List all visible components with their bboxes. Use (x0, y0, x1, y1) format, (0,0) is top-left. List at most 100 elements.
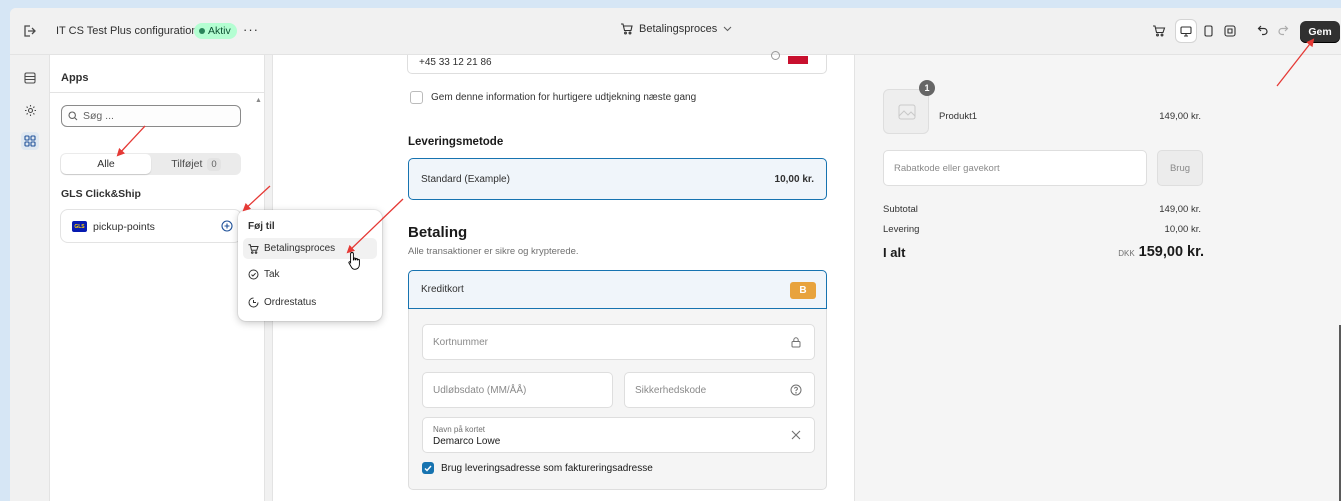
shipping-value: 10,00 kr. (1164, 224, 1201, 235)
image-placeholder-icon (898, 104, 916, 120)
shipping-option[interactable]: Standard (Example) 10,00 kr. (408, 158, 827, 200)
status-dot-icon (199, 28, 205, 34)
app-group-title: GLS Click&Ship (61, 188, 141, 200)
rail-apps-button[interactable] (21, 132, 39, 150)
more-actions-button[interactable]: ··· (243, 22, 259, 37)
rail-settings-button[interactable] (21, 101, 39, 119)
total-value: 159,00 kr. (1138, 244, 1204, 260)
sections-icon (24, 72, 36, 84)
fullscreen-view-button[interactable] (1220, 20, 1240, 42)
payment-subtext: Alle transaktioner er sikre og kryptered… (408, 246, 579, 257)
apply-discount-button[interactable]: Brug (1157, 150, 1203, 186)
payment-box: Kreditkort B Kortnummer Udløbsdato (MM/Å… (408, 270, 827, 490)
status-badge: Aktiv (194, 23, 237, 39)
page-selector-label: Betalingsproces (639, 23, 718, 35)
undo-icon[interactable] (1257, 24, 1269, 36)
product-image (883, 89, 929, 134)
fullscreen-icon (1224, 25, 1236, 37)
save-info-checkbox[interactable] (410, 91, 423, 104)
order-summary: 1 Produkt1 149,00 kr. Rabatkode eller ga… (854, 55, 1341, 501)
expiry-input[interactable]: Udløbsdato (MM/ÅÅ) (422, 372, 613, 408)
tab-added[interactable]: Tilføjet 0 (152, 154, 240, 174)
payment-heading: Betaling (408, 224, 468, 241)
popover-item-ordrestatus[interactable]: Ordrestatus (243, 292, 377, 313)
subtotal-label: Subtotal (883, 204, 918, 215)
popover-item-label: Ordrestatus (264, 297, 317, 308)
exit-icon[interactable] (22, 24, 36, 38)
billing-same-label: Brug leveringsadresse som faktureringsad… (441, 462, 653, 474)
add-block-icon[interactable] (221, 220, 233, 232)
divider (50, 92, 265, 93)
name-on-card-value: Demarco Lowe (433, 436, 501, 447)
discount-placeholder: Rabatkode eller gavekort (894, 162, 1000, 174)
checkout-preview: +45 33 12 21 86 Gem denne information fo… (272, 51, 1341, 501)
search-input[interactable]: Søg ... (61, 105, 241, 127)
page-selector[interactable]: Betalingsproces (620, 23, 732, 35)
chevron-down-icon (723, 26, 732, 32)
billing-same-checkbox[interactable] (422, 462, 434, 474)
search-icon (68, 111, 78, 121)
redo-icon[interactable] (1277, 24, 1289, 36)
shipping-heading: Leveringsmetode (408, 136, 504, 148)
mobile-view-button[interactable] (1198, 20, 1218, 42)
card-brand-icon: B (790, 282, 816, 299)
product-name: Produkt1 (939, 111, 978, 122)
top-bar: IT CS Test Plus configuration Aktiv ··· … (10, 8, 1341, 55)
status-badge-label: Aktiv (208, 25, 231, 37)
name-on-card-input[interactable]: Navn på kortet Demarco Lowe (422, 417, 815, 453)
apps-sidebar: Apps ▲ Søg ... Alle Tilføjet 0 GLS Click&… (50, 55, 265, 501)
flag-icon[interactable] (788, 56, 808, 64)
cart-icon (621, 23, 633, 35)
tab-all[interactable]: Alle (61, 154, 151, 174)
save-info-row[interactable]: Gem denne information for hurtigere udtj… (410, 91, 696, 104)
payment-method-option[interactable]: Kreditkort B (408, 270, 827, 309)
total-amount: DKK 159,00 kr. (1118, 244, 1204, 260)
desktop-view-button[interactable] (1176, 20, 1196, 42)
popover-item-label: Tak (264, 269, 280, 280)
rail-sections-button[interactable] (21, 69, 39, 87)
mobile-icon (1203, 25, 1213, 37)
hand-cursor-icon (348, 252, 360, 270)
phone-field[interactable]: +45 33 12 21 86 (407, 51, 827, 74)
desktop-icon (1180, 25, 1192, 37)
name-on-card-label: Navn på kortet (433, 425, 486, 434)
left-rail (10, 55, 50, 501)
total-currency: DKK (1118, 249, 1135, 258)
popover-item-label: Betalingsproces (264, 243, 336, 254)
check-circle-icon (248, 269, 259, 280)
search-placeholder: Søg ... (83, 110, 114, 122)
phone-value: +45 33 12 21 86 (419, 57, 492, 68)
shipping-option-price: 10,00 kr. (774, 173, 814, 185)
popover-title: Føj til (248, 221, 275, 232)
payment-method-label: Kreditkort (421, 284, 464, 295)
gear-icon (24, 104, 36, 116)
total-label: I alt (883, 245, 906, 260)
filter-segmented-control: Alle Tilføjet 0 (60, 153, 241, 175)
security-code-placeholder: Sikkerhedskode (635, 384, 707, 396)
card-number-placeholder: Kortnummer (433, 336, 489, 348)
shipping-option-label: Standard (Example) (421, 173, 510, 185)
product-price: 149,00 kr. (1159, 111, 1201, 122)
help-circle-icon[interactable] (790, 384, 802, 396)
app-block-card[interactable]: GLS pickup-points (60, 209, 242, 243)
apps-icon (24, 135, 36, 147)
card-number-input[interactable]: Kortnummer (422, 324, 815, 360)
app-block-label: pickup-points (93, 221, 155, 233)
checkmark-icon (424, 465, 432, 472)
quantity-badge: 1 (919, 80, 935, 96)
scroll-up-icon[interactable]: ▲ (255, 97, 262, 104)
checkout-preview-icon[interactable] (1152, 24, 1166, 38)
discount-input[interactable]: Rabatkode eller gavekort (883, 150, 1147, 186)
security-code-input[interactable]: Sikkerhedskode (624, 372, 815, 408)
tab-added-label: Tilføjet (171, 158, 203, 170)
expiry-placeholder: Udløbsdato (MM/ÅÅ) (433, 384, 527, 396)
save-info-label: Gem denne information for hurtigere udtj… (431, 92, 697, 103)
billing-same-row[interactable]: Brug leveringsadresse som faktureringsad… (422, 462, 653, 474)
cart-icon (248, 243, 259, 254)
clear-icon[interactable] (790, 429, 802, 441)
editor-window: IT CS Test Plus configuration Aktiv ··· … (10, 8, 1341, 501)
shipping-label: Levering (883, 224, 920, 235)
save-button[interactable]: Gem (1300, 21, 1340, 43)
subtotal-value: 149,00 kr. (1159, 204, 1201, 215)
help-icon (771, 51, 780, 60)
